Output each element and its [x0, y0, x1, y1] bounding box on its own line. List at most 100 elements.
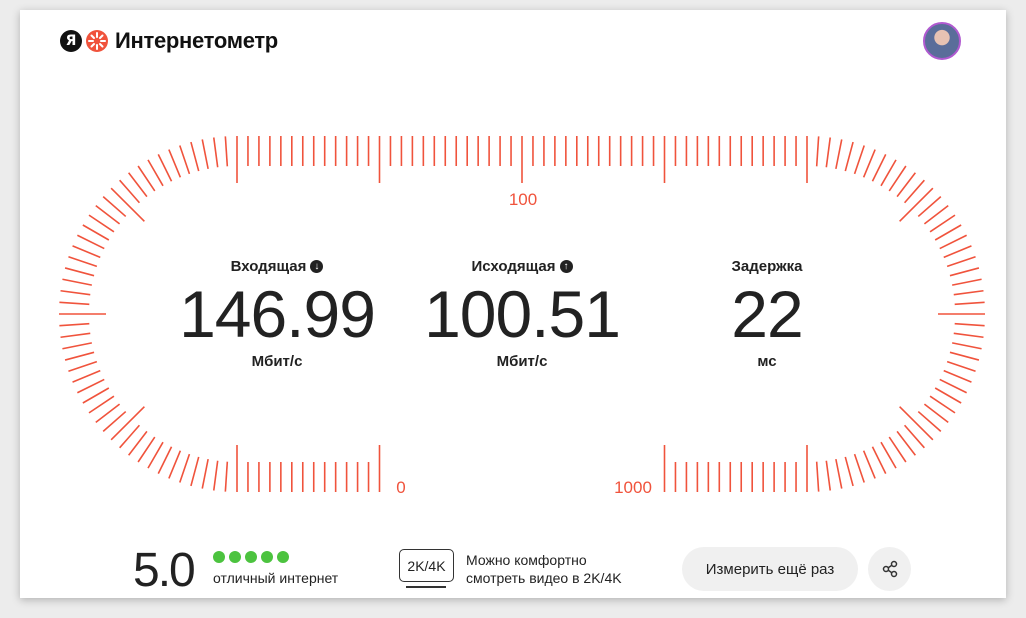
gauge-tick [946, 360, 976, 372]
gauge-tick [862, 450, 876, 479]
gauge-label-100: 100 [508, 190, 538, 209]
rating-text: отличный интернет [213, 570, 339, 586]
gauge-tick [212, 460, 219, 491]
gauge-tick [224, 461, 229, 492]
gauge-tick [168, 450, 182, 479]
quality-line-2: смотреть видео в 2K/4K [466, 570, 622, 586]
upload-metric: Исходящая ↑ 100.51 Мбит/с [402, 255, 642, 371]
gauge-label-1000: 1000 [614, 478, 652, 497]
gauge-tick [880, 441, 897, 469]
gauge-tick [835, 459, 843, 489]
download-title: Входящая [230, 257, 307, 275]
quality-line-1: Можно комфортно [466, 552, 587, 568]
download-value: 146.99 [179, 277, 376, 351]
upload-value: 100.51 [424, 277, 621, 351]
share-icon [882, 560, 897, 578]
latency-value: 22 [731, 277, 803, 351]
gauge-tick [815, 136, 820, 167]
rating-score: 5.0 [133, 544, 196, 597]
gauge-tick [871, 154, 887, 182]
gauge-tick [939, 234, 967, 250]
gauge-tick [899, 406, 934, 441]
upload-title: Исходящая [471, 257, 556, 275]
gauge-tick [77, 378, 105, 394]
gauge-tick [212, 137, 219, 168]
retry-button[interactable]: Измерить ещё раз [682, 547, 858, 591]
arrow-up-icon: ↑ [559, 259, 573, 273]
gauge-tick [825, 460, 832, 491]
rating-dot [261, 551, 273, 563]
gauge-tick [179, 145, 191, 175]
quality-description: Можно комфортно смотреть видео в 2K/4K [466, 551, 622, 587]
gauge-tick [59, 322, 90, 327]
download-unit: Мбит/с [251, 353, 303, 370]
gauge-tick [224, 136, 229, 167]
gauge-tick [946, 256, 976, 268]
gauge-tick [953, 332, 984, 339]
gauge-tick [77, 234, 105, 250]
gauge-tick [60, 332, 91, 339]
gauge-tick [110, 406, 145, 441]
gauge-tick [201, 139, 209, 169]
gauge-tick [825, 137, 832, 168]
gauge-tick [62, 342, 92, 350]
gauge-tick [110, 187, 145, 222]
gauge-tick [59, 301, 90, 306]
gauge-tick [844, 141, 854, 172]
gauge-tick [168, 149, 182, 178]
gauge-tick [201, 459, 209, 489]
gauge-tick [62, 278, 92, 286]
gauge-tick [64, 267, 95, 277]
gauge-tick [939, 378, 967, 394]
gauge-tick [853, 453, 865, 483]
gauge-tick [954, 301, 985, 306]
gauge-tick [934, 387, 962, 404]
rating-dot [277, 551, 289, 563]
tv-stand-icon [406, 586, 446, 588]
gauge-tick [147, 441, 164, 469]
gauge-tick [949, 351, 980, 361]
share-button[interactable] [868, 547, 911, 591]
gauge-tick [871, 446, 887, 474]
gauge-tick [853, 145, 865, 175]
quality-badge: 2K/4K [399, 549, 454, 582]
gauge-tick [815, 461, 820, 492]
upload-unit: Мбит/с [496, 353, 548, 370]
latency-metric: Задержка 22 мс [647, 255, 887, 371]
gauge-tick [943, 369, 972, 383]
rating-dots [213, 551, 289, 563]
gauge-tick [844, 456, 854, 487]
gauge-tick [179, 453, 191, 483]
gauge-tick [943, 245, 972, 259]
rating-dot [229, 551, 241, 563]
rating-dot [245, 551, 257, 563]
gauge-tick [68, 256, 98, 268]
gauge-tick [954, 322, 985, 327]
gauge-tick [72, 369, 101, 383]
quality-badge-text: 2K/4K [407, 557, 446, 574]
gauge-tick [82, 387, 110, 404]
gauge-tick [72, 245, 101, 259]
gauge-tick [880, 159, 897, 187]
gauge-tick [190, 141, 200, 172]
download-metric: Входящая ↓ 146.99 Мбит/с [157, 255, 397, 371]
gauge-tick [899, 187, 934, 222]
gauge-tick [64, 351, 95, 361]
gauge-tick [190, 456, 200, 487]
arrow-down-icon: ↓ [310, 259, 324, 273]
gauge-tick [862, 149, 876, 178]
gauge-tick [68, 360, 98, 372]
gauge-tick [934, 224, 962, 241]
gauge-tick [157, 446, 173, 474]
gauge-tick [157, 154, 173, 182]
rating-dot [213, 551, 225, 563]
gauge-tick [952, 278, 982, 286]
gauge-tick [953, 289, 984, 296]
gauge-label-0: 0 [396, 478, 406, 497]
gauge-tick [835, 139, 843, 169]
gauge-tick [952, 342, 982, 350]
latency-title: Задержка [731, 257, 803, 275]
latency-unit: мс [757, 353, 777, 370]
gauge-tick [949, 267, 980, 277]
gauge-tick [60, 289, 91, 296]
